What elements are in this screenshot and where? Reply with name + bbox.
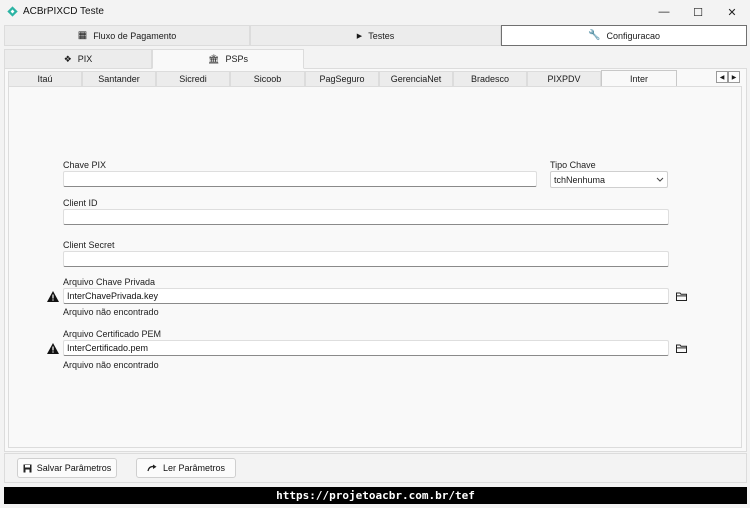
chevron-down-icon [656, 177, 664, 182]
folder-icon[interactable] [676, 292, 687, 301]
client-id-label: Client ID [63, 198, 98, 208]
tab-label: PSPs [225, 54, 248, 64]
minimize-button[interactable]: — [647, 0, 681, 24]
tab-sicredi[interactable]: Sicredi [156, 71, 230, 86]
certificado-status: Arquivo não encontrado [63, 360, 159, 370]
client-id-input[interactable] [63, 209, 669, 225]
tipo-chave-value: tchNenhuma [554, 174, 606, 185]
redo-arrow-icon [147, 464, 157, 472]
chave-pix-label: Chave PIX [63, 160, 107, 170]
psp-inter-panel [8, 86, 742, 448]
tipo-chave-select[interactable]: tchNenhuma [550, 171, 668, 188]
salvar-parametros-button[interactable]: Salvar Parâmetros [17, 458, 117, 478]
certificado-label: Arquivo Certificado PEM [63, 329, 162, 339]
tab-itau[interactable]: Itaú [8, 71, 82, 86]
tab-label: PIX [77, 54, 93, 64]
tab-configuracao[interactable]: 🔧 Configuracao [501, 25, 747, 46]
chave-pix-input[interactable] [63, 171, 537, 187]
ler-parametros-button[interactable]: Ler Parâmetros [136, 458, 236, 478]
tab-pix[interactable]: ❖ PIX [4, 49, 152, 69]
qr-code-icon: ▦ [77, 30, 88, 41]
button-label: Salvar Parâmetros [36, 463, 112, 473]
psp-tab-scroller: ◀ ▶ [716, 71, 740, 83]
scroll-left-icon[interactable]: ◀ [716, 71, 728, 83]
certificado-input[interactable]: InterCertificado.pem [63, 340, 669, 356]
tab-testes[interactable]: ▶ Testes [250, 25, 501, 46]
wrench-icon: 🔧 [588, 30, 601, 41]
close-button[interactable]: ✕ [715, 0, 749, 24]
tab-sicoob[interactable]: Sicoob [230, 71, 305, 86]
warning-icon [47, 343, 59, 354]
tab-label: Configuracao [606, 30, 660, 41]
tab-santander[interactable]: Santander [82, 71, 156, 86]
config-subtabs: ❖ PIX 🏛 PSPs [4, 49, 304, 69]
tipo-chave-label: Tipo Chave [550, 160, 596, 170]
tab-fluxo-de-pagamento[interactable]: ▦ Fluxo de Pagamento [4, 25, 250, 46]
tab-gerencianet[interactable]: GerenciaNet [379, 71, 453, 86]
footer-link[interactable]: https://projetoacbr.com.br/tef [4, 487, 747, 504]
chave-privada-status: Arquivo não encontrado [63, 307, 159, 317]
scroll-right-icon[interactable]: ▶ [728, 71, 740, 83]
window-title: ACBrPIXCD Teste [23, 6, 104, 17]
tab-pagseguro[interactable]: PagSeguro [305, 71, 379, 86]
warning-icon [47, 291, 59, 302]
button-label: Ler Parâmetros [162, 463, 226, 473]
client-secret-input[interactable] [63, 251, 669, 267]
bottom-toolbar: Salvar Parâmetros Ler Parâmetros [4, 453, 747, 483]
app-logo-icon [7, 6, 18, 17]
play-icon: ▶ [356, 32, 363, 40]
title-bar: ACBrPIXCD Teste — ☐ ✕ [0, 0, 750, 24]
bank-icon: 🏛 [208, 53, 220, 64]
psp-tabs: Itaú Santander Sicredi Sicoob PagSeguro … [8, 70, 708, 86]
tab-inter[interactable]: Inter [601, 70, 677, 86]
client-secret-label: Client Secret [63, 240, 115, 250]
tab-pixpdv[interactable]: PIXPDV [527, 71, 601, 86]
main-tabs: ▦ Fluxo de Pagamento ▶ Testes 🔧 Configur… [4, 25, 747, 46]
chave-privada-input[interactable]: InterChavePrivada.key [63, 288, 669, 304]
tab-label: Testes [368, 30, 395, 41]
tab-bradesco[interactable]: Bradesco [453, 71, 527, 86]
chave-privada-label: Arquivo Chave Privada [63, 277, 156, 287]
folder-icon[interactable] [676, 344, 687, 353]
pix-icon: ❖ [63, 53, 72, 64]
tab-label: Fluxo de Pagamento [93, 30, 177, 41]
tab-psps[interactable]: 🏛 PSPs [152, 49, 304, 69]
save-icon [23, 464, 32, 472]
maximize-button[interactable]: ☐ [681, 0, 715, 24]
